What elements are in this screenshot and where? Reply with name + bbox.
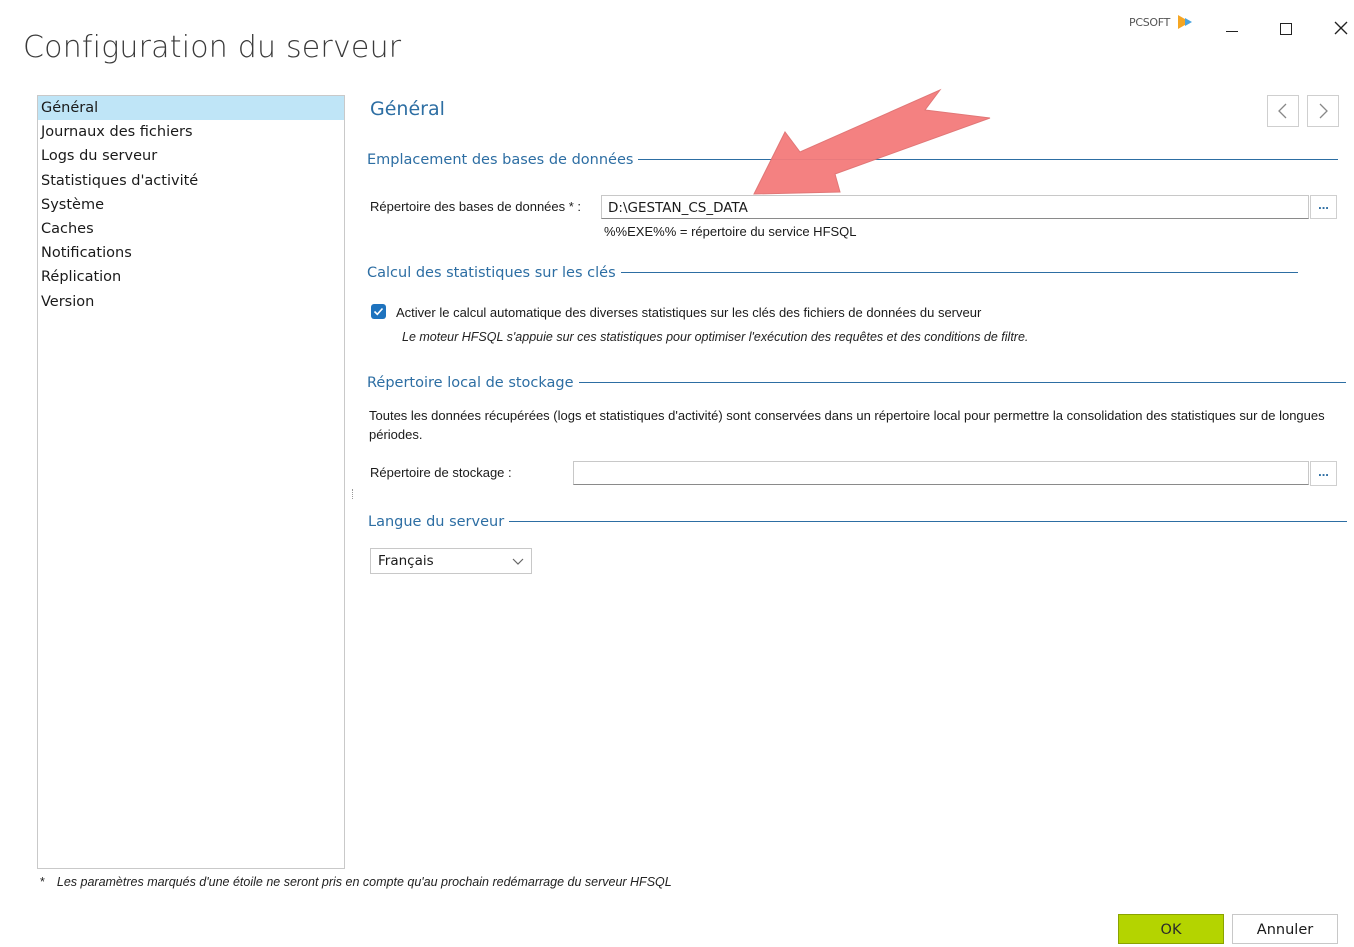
language-group-divider [368, 521, 1347, 522]
restart-footnote: * Les paramètres marqués d'une étoile ne … [40, 875, 672, 889]
annotation-arrow-icon [753, 88, 991, 195]
chevron-right-icon [1319, 103, 1328, 119]
databases-dir-label: Répertoire des bases de données * : [370, 199, 582, 214]
ok-button[interactable]: OK [1118, 914, 1224, 944]
databases-group-title: Emplacement des bases de données [367, 152, 639, 168]
storage-dir-input[interactable] [573, 461, 1309, 485]
storage-group-title: Répertoire local de stockage [367, 375, 579, 391]
footnote-star: * [40, 875, 45, 889]
sidebar-item-caches[interactable]: Caches [38, 217, 344, 241]
maximize-icon [1280, 23, 1292, 35]
minimize-icon [1226, 31, 1238, 32]
previous-page-button[interactable] [1267, 95, 1299, 127]
panel-splitter[interactable] [352, 489, 355, 499]
sidebar-item-notifications[interactable]: Notifications [38, 241, 344, 265]
page-title: Général [370, 98, 445, 120]
chevron-left-icon [1278, 103, 1287, 119]
next-page-button[interactable] [1307, 95, 1339, 127]
sidebar-item-version[interactable]: Version [38, 290, 344, 314]
cancel-button[interactable]: Annuler [1232, 914, 1338, 944]
settings-sidebar: Général Journaux des fichiers Logs du se… [37, 95, 345, 869]
minimize-button[interactable] [1220, 18, 1244, 40]
auto-stats-label[interactable]: Activer le calcul automatique des divers… [396, 305, 981, 320]
storage-dir-label: Répertoire de stockage : [370, 465, 512, 480]
storage-dir-browse-button[interactable]: ... [1310, 461, 1337, 486]
sidebar-item-general[interactable]: Général [38, 96, 344, 121]
sidebar-item-file-journals[interactable]: Journaux des fichiers [38, 120, 344, 144]
footnote-text: Les paramètres marqués d'une étoile ne s… [56, 875, 672, 889]
language-group-title: Langue du serveur [368, 514, 510, 530]
language-select-value: Français [378, 553, 434, 569]
sidebar-item-replication[interactable]: Réplication [38, 265, 344, 289]
pcsoft-logo: PCSOFT [1129, 16, 1171, 29]
auto-stats-note: Le moteur HFSQL s'appuie sur ces statist… [402, 330, 1029, 344]
sidebar-item-server-logs[interactable]: Logs du serveur [38, 144, 344, 168]
sidebar-item-system[interactable]: Système [38, 193, 344, 217]
close-icon[interactable] [1333, 20, 1349, 36]
language-select[interactable]: Français [370, 548, 532, 574]
dialog-title: Configuration du serveur [23, 30, 402, 65]
storage-description: Toutes les données récupérées (logs et s… [369, 408, 1325, 442]
databases-dir-browse-button[interactable]: ... [1310, 195, 1337, 219]
checkmark-icon [373, 307, 384, 316]
chevron-down-icon [512, 558, 524, 565]
auto-stats-checkbox[interactable] [371, 304, 386, 319]
sidebar-item-activity-stats[interactable]: Statistiques d'activité [38, 169, 344, 193]
databases-dir-hint: %%EXE%% = répertoire du service HFSQL [604, 224, 857, 239]
pcsoft-logo-icon-accent [1185, 18, 1192, 26]
stats-group-title: Calcul des statistiques sur les clés [367, 265, 621, 281]
